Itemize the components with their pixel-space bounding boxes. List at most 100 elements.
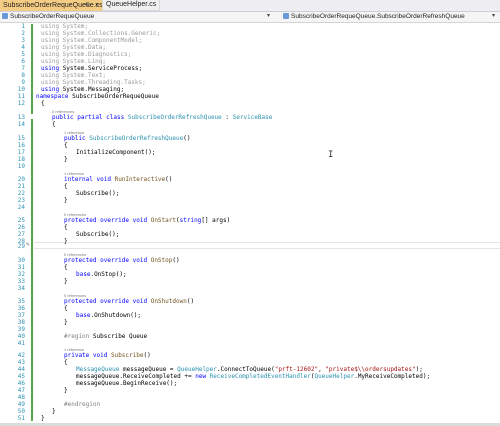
code-line: 12 { <box>0 100 500 107</box>
code-text: } <box>64 387 68 394</box>
line-number: 33 <box>17 278 25 285</box>
keyword: using <box>41 86 63 93</box>
code-line: 27 Subscribe(); <box>0 231 500 238</box>
code-text: } <box>64 278 68 285</box>
code-text: } <box>52 408 56 415</box>
code-line: 6 using System.Linq; <box>0 58 500 65</box>
code-line: 7 using System.ServiceProcess; <box>0 65 500 72</box>
keyword: public partial class <box>52 114 128 121</box>
code-line: 17 InitializeComponent(); <box>0 149 500 156</box>
code-line: 34 <box>0 285 500 292</box>
code-text: InitializeComponent(); <box>76 149 156 156</box>
tab-subscribe-order-reque-queue[interactable]: SubscribeOrderRequeQueue.cs ⊕ × <box>0 0 103 11</box>
keyword: new <box>195 373 210 380</box>
line-number: 9 <box>21 79 25 86</box>
code-line: 33} <box>0 278 500 285</box>
code-text: { <box>64 305 68 312</box>
pin-icon[interactable]: ⊕ <box>85 0 90 11</box>
keyword: base <box>76 312 91 319</box>
line-number: 49 <box>17 401 25 408</box>
line-number: 5 <box>21 51 25 58</box>
line-number: 3 <box>21 37 25 44</box>
code-line: 38} <box>0 319 500 326</box>
code-line: 24 <box>0 204 500 211</box>
code-text: using System.Text; <box>41 72 107 79</box>
line-number: 37 <box>17 312 25 319</box>
code-line: 19 <box>0 163 500 170</box>
keyword: protected override void <box>64 257 151 264</box>
line-number: 31 <box>17 264 25 271</box>
keyword: protected override void <box>64 298 151 305</box>
code-text: Subscribe(); <box>76 190 120 197</box>
class-name: SubscribeOrderRefreshQueue <box>89 135 184 142</box>
code-text: using System.ComponentModel; <box>41 37 143 44</box>
navigation-bar: SubscribeOrderRequeQueue ▾ SubscribeOrde… <box>0 12 500 23</box>
code-line: 26 { <box>0 224 500 231</box>
project-dropdown[interactable]: SubscribeOrderRequeQueue ▾ <box>2 12 272 21</box>
keyword: protected override void <box>64 217 151 224</box>
line-number: 47 <box>17 387 25 394</box>
line-number: 38 <box>17 319 25 326</box>
code-line: 43 { <box>0 359 500 366</box>
code-line: 39 <box>0 326 500 333</box>
code-text: using System.Diagnostics; <box>41 51 132 58</box>
code-text: () <box>172 257 180 264</box>
code-text: () <box>186 298 195 305</box>
line-number: 13 <box>17 114 25 121</box>
code-line: 2 using System.Collections.Generic; <box>0 30 500 37</box>
class-icon <box>283 13 289 19</box>
line-number: 11 <box>17 93 25 100</box>
line-number: 35 <box>17 298 25 305</box>
code-text: } <box>64 319 68 326</box>
code-text: using System.Collections.Generic; <box>41 30 161 37</box>
line-number: 8 <box>21 72 25 79</box>
line-number: 34 <box>17 285 25 292</box>
keyword: private void <box>64 352 111 359</box>
code-line: 15 public SubscribeOrderRefreshQueue() <box>0 135 500 142</box>
member-dropdown[interactable]: SubscribeOrderRequeQueue.SubscribeOrderR… <box>283 12 497 21</box>
code-text: () <box>143 352 151 359</box>
code-text: using System.Threading.Tasks; <box>41 79 146 86</box>
code-line: 1 using System; <box>0 23 500 30</box>
code-text: SubscribeOrderRequeQueue <box>72 93 159 100</box>
code-text: .OnStop(); <box>90 271 127 278</box>
method-name: OnStop <box>150 257 173 264</box>
document-tab-bar: SubscribeOrderRequeQueue.cs ⊕ × QueueHel… <box>0 0 500 12</box>
code-line: 45 messageQueue.ReceiveCompleted += new R… <box>0 373 500 380</box>
code-line: 16 { <box>0 142 500 149</box>
tab-queue-helper[interactable]: QueueHelper.cs <box>102 0 161 11</box>
code-text: messageQueue = <box>119 366 178 373</box>
keyword: using <box>41 65 63 72</box>
string-literal: "prft-12602" <box>274 366 319 373</box>
line-number: 17 <box>17 149 25 156</box>
code-text: Subscribe(); <box>76 231 120 238</box>
line-number: 19 <box>17 163 25 170</box>
code-line: 48 <box>0 394 500 401</box>
line-number: 26 <box>17 224 25 231</box>
line-number: 23 <box>17 197 25 204</box>
code-text: } <box>41 415 45 422</box>
code-text: System.Messaging; <box>62 86 125 93</box>
line-number: 24 <box>17 204 25 211</box>
code-line: 10 using System.Messaging; <box>0 86 500 93</box>
code-line: 44 MessageQueue messageQueue = QueueHelpe… <box>0 366 500 373</box>
close-icon[interactable]: × <box>95 0 99 11</box>
line-number: 50 <box>17 408 25 415</box>
code-line: 49 #endregion <box>0 401 500 408</box>
code-text: System.ServiceProcess; <box>62 65 143 72</box>
code-text: Subscribe Queue <box>92 333 148 340</box>
line-number: 12 <box>17 100 25 107</box>
code-text: { <box>64 359 68 366</box>
line-number: 15 <box>17 135 25 142</box>
code-text: { <box>64 183 68 190</box>
code-line: 5 using System.Diagnostics; <box>0 51 500 58</box>
code-text: { <box>64 142 68 149</box>
keyword: string <box>179 217 202 224</box>
code-editor[interactable]: ✎ I 1 using System; 2 using System.Collect… <box>0 23 500 423</box>
method-name: Subscribe <box>110 352 144 359</box>
code-text: using System.Linq; <box>41 58 107 65</box>
project-name: SubscribeOrderRequeQueue <box>10 13 95 20</box>
code-line: 30 protected override void OnStop() <box>0 257 500 264</box>
string-literal: "private$\\ordersupdates" <box>325 366 416 373</box>
code-line: 21 { <box>0 183 500 190</box>
